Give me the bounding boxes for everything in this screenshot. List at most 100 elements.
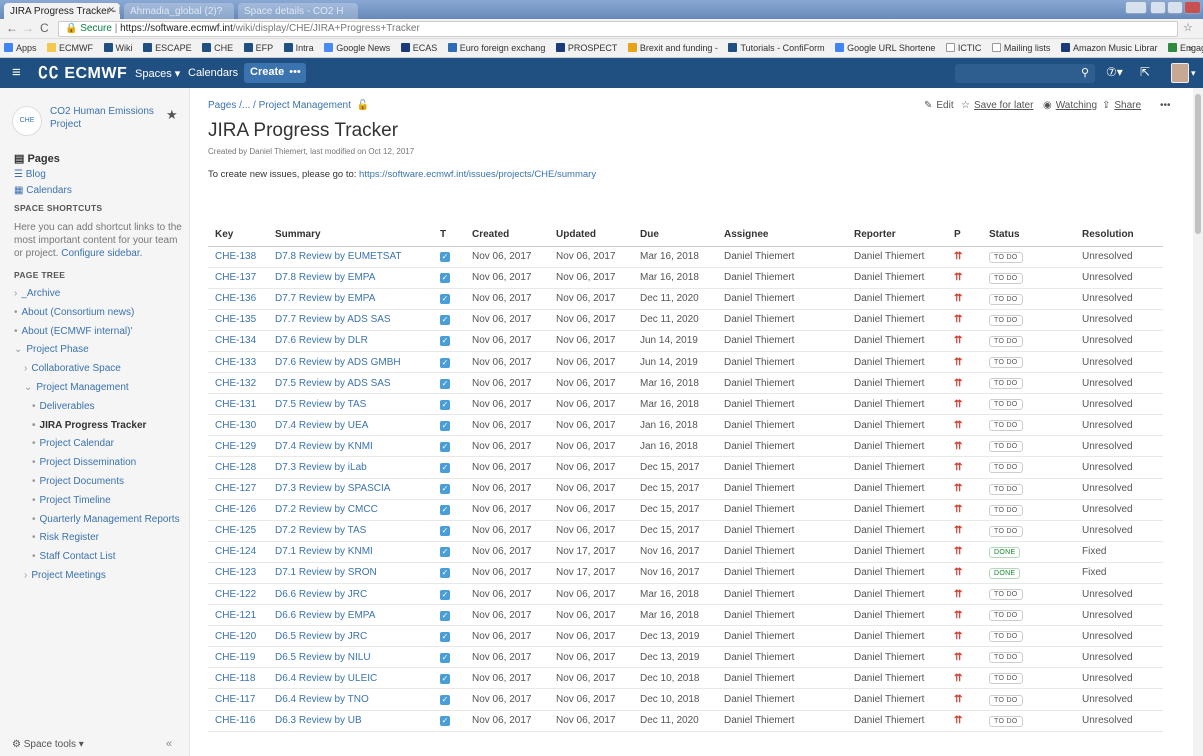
maximize-button[interactable] bbox=[1167, 1, 1183, 14]
bookmark-item[interactable]: Apps bbox=[0, 39, 41, 53]
table-row[interactable]: CHE-128 D7.3 Review by iLab ✓ Nov 06, 2017 N… bbox=[208, 456, 1163, 479]
bookmark-item[interactable]: Tutorials - ConfiForm bbox=[724, 39, 828, 53]
sidebar-calendars-link[interactable]: ▦ Calendars bbox=[14, 185, 72, 196]
issue-key-link[interactable]: CHE-134 bbox=[215, 335, 256, 346]
issue-summary-link[interactable]: D7.5 Review by TAS bbox=[275, 399, 366, 410]
issue-key-link[interactable]: CHE-118 bbox=[215, 673, 255, 684]
issue-summary-link[interactable]: D7.3 Review by iLab bbox=[275, 462, 367, 473]
browser-tab-active[interactable]: JIRA Progress Tracker - E ✕ bbox=[4, 3, 120, 19]
share-button[interactable]: ⇪ Share bbox=[1102, 100, 1141, 111]
issue-key-link[interactable]: CHE-127 bbox=[215, 483, 256, 494]
chevron-down-icon[interactable]: ▾ bbox=[1191, 68, 1196, 79]
tree-item[interactable]: › Collaborative Space bbox=[24, 363, 121, 374]
table-row[interactable]: CHE-122 D6.6 Review by JRC ✓ Nov 06, 2017 No… bbox=[208, 583, 1163, 606]
tree-item[interactable]: • Quarterly Management Reports bbox=[32, 514, 180, 525]
table-row[interactable]: CHE-118 D6.4 Review by ULEIC ✓ Nov 06, 2017… bbox=[208, 667, 1163, 690]
issue-summary-link[interactable]: D7.2 Review by TAS bbox=[275, 525, 366, 536]
column-header[interactable]: Status bbox=[982, 224, 1075, 247]
tree-item[interactable]: • About (ECMWF internal)' bbox=[14, 326, 132, 337]
tree-item[interactable]: • Project Dissemination bbox=[32, 457, 136, 468]
bookmark-item[interactable]: Brexit and funding - bbox=[624, 39, 722, 53]
create-more-button[interactable]: ••• bbox=[284, 63, 306, 83]
tree-item[interactable]: › Project Meetings bbox=[24, 570, 106, 581]
url-field[interactable]: 🔒 Secure | https://software.ecmwf.int/wi… bbox=[58, 21, 1178, 37]
table-row[interactable]: CHE-134 D7.6 Review by DLR ✓ Nov 06, 2017 No… bbox=[208, 330, 1163, 352]
table-row[interactable]: CHE-123 D7.1 Review by SRON ✓ Nov 06, 2017 N… bbox=[208, 562, 1163, 585]
table-row[interactable]: CHE-138 D7.8 Review by EUMETSAT ✓ Nov 06, 2… bbox=[208, 246, 1163, 268]
tree-item[interactable]: • About (Consortium news) bbox=[14, 307, 134, 318]
bookmark-item[interactable]: Intra bbox=[280, 39, 318, 53]
calendars-link[interactable]: Calendars bbox=[188, 67, 238, 79]
issue-key-link[interactable]: CHE-120 bbox=[215, 631, 256, 642]
bookmark-item[interactable]: Wiki bbox=[100, 39, 137, 53]
table-row[interactable]: CHE-133 D7.6 Review by ADS GMBH ✓ Nov 06, 2… bbox=[208, 351, 1163, 374]
issue-key-link[interactable]: CHE-121 bbox=[215, 610, 256, 621]
edit-button[interactable]: ✎ Edit bbox=[924, 100, 954, 111]
user-avatar[interactable] bbox=[1171, 63, 1189, 83]
bookmark-item[interactable]: EFP bbox=[240, 39, 278, 53]
issue-key-link[interactable]: CHE-122 bbox=[215, 589, 256, 600]
table-row[interactable]: CHE-127 D7.3 Review by SPASCIA ✓ Nov 06, 20… bbox=[208, 478, 1163, 500]
space-name-link[interactable]: CO2 Human Emissions Project bbox=[50, 105, 160, 131]
table-row[interactable]: CHE-116 D6.3 Review by UB ✓ Nov 06, 2017 Nov… bbox=[208, 710, 1163, 732]
bookmark-item[interactable]: ESCAPE bbox=[139, 39, 196, 53]
table-row[interactable]: CHE-131 D7.5 Review by TAS ✓ Nov 06, 2017 No… bbox=[208, 393, 1163, 416]
bookmark-item[interactable]: Google News bbox=[320, 39, 394, 53]
issue-summary-link[interactable]: D7.5 Review by ADS SAS bbox=[275, 378, 391, 389]
tree-item[interactable]: › _Archive bbox=[14, 288, 60, 299]
browser-tab[interactable]: Space details - CO2 H bbox=[238, 3, 358, 19]
page-scrollbar[interactable] bbox=[1193, 88, 1203, 756]
issue-summary-link[interactable]: D6.5 Review by JRC bbox=[275, 631, 367, 642]
issue-key-link[interactable]: CHE-132 bbox=[215, 378, 256, 389]
table-row[interactable]: CHE-132 D7.5 Review by ADS SAS ✓ Nov 06, 20… bbox=[208, 372, 1163, 395]
sidebar-pages-link[interactable]: ▤ Pages bbox=[14, 152, 60, 165]
issue-key-link[interactable]: CHE-137 bbox=[215, 272, 256, 283]
forward-icon[interactable]: → bbox=[22, 21, 34, 35]
spaces-menu[interactable]: Spaces ▾ bbox=[135, 67, 180, 80]
table-row[interactable]: CHE-137 D7.8 Review by EMPA ✓ Nov 06, 2017 N… bbox=[208, 267, 1163, 289]
issue-key-link[interactable]: CHE-128 bbox=[215, 462, 256, 473]
tree-item[interactable]: • Deliverables bbox=[32, 401, 95, 412]
table-row[interactable]: CHE-120 D6.5 Review by JRC ✓ Nov 06, 2017 No… bbox=[208, 625, 1163, 648]
table-row[interactable]: CHE-117 D6.4 Review by TNO ✓ Nov 06, 2017 No… bbox=[208, 688, 1163, 711]
issue-summary-link[interactable]: D7.1 Review by SRON bbox=[275, 567, 377, 578]
issue-summary-link[interactable]: D6.5 Review by NILU bbox=[275, 652, 371, 663]
bookmark-item[interactable]: ECAS bbox=[397, 39, 442, 53]
unlock-icon[interactable]: 🔓 bbox=[357, 100, 369, 111]
issue-summary-link[interactable]: D6.6 Review by EMPA bbox=[275, 610, 375, 621]
search-input[interactable]: ⚲ bbox=[955, 64, 1095, 83]
breadcrumb[interactable]: Pages /... / Project Management 🔓 bbox=[208, 100, 369, 111]
close-tab-icon[interactable]: ✕ bbox=[107, 5, 115, 16]
issue-key-link[interactable]: CHE-130 bbox=[215, 420, 256, 431]
column-header[interactable]: Assignee bbox=[717, 224, 847, 247]
issue-key-link[interactable]: CHE-123 bbox=[215, 567, 256, 578]
jira-summary-link[interactable]: https://software.ecmwf.int/issues/projec… bbox=[359, 169, 596, 180]
favourite-star-icon[interactable]: ★ bbox=[166, 107, 178, 123]
bookmark-item[interactable]: PROSPECT bbox=[552, 39, 622, 53]
issue-key-link[interactable]: CHE-117 bbox=[215, 694, 255, 705]
column-header[interactable]: Key bbox=[208, 224, 268, 247]
table-row[interactable]: CHE-121 D6.6 Review by EMPA ✓ Nov 06, 2017 N… bbox=[208, 604, 1163, 627]
reload-icon[interactable]: C bbox=[40, 21, 49, 35]
table-row[interactable]: CHE-130 D7.4 Review by UEA ✓ Nov 06, 2017 No… bbox=[208, 414, 1163, 437]
issue-summary-link[interactable]: D7.4 Review by UEA bbox=[275, 420, 368, 431]
menu-icon[interactable]: ≡ bbox=[12, 64, 21, 81]
issue-summary-link[interactable]: D7.6 Review by DLR bbox=[275, 335, 368, 346]
table-row[interactable]: CHE-136 D7.7 Review by EMPA ✓ Nov 06, 2017 N… bbox=[208, 288, 1163, 310]
space-logo[interactable]: CHE bbox=[12, 106, 42, 136]
table-row[interactable]: CHE-124 D7.1 Review by KNMI ✓ Nov 06, 2017 N… bbox=[208, 541, 1163, 563]
bookmark-item[interactable]: Mailing lists bbox=[988, 39, 1055, 53]
issue-key-link[interactable]: CHE-125 bbox=[215, 525, 256, 536]
issue-key-link[interactable]: CHE-116 bbox=[215, 715, 255, 726]
back-icon[interactable]: ← bbox=[6, 21, 18, 35]
column-header[interactable]: Summary bbox=[268, 224, 433, 247]
issue-summary-link[interactable]: D6.4 Review by TNO bbox=[275, 694, 369, 705]
bookmark-item[interactable]: Amazon Music Librar bbox=[1057, 39, 1162, 53]
column-header[interactable]: Reporter bbox=[847, 224, 947, 247]
tree-item[interactable]: • Risk Register bbox=[32, 532, 99, 543]
column-header[interactable]: Due bbox=[633, 224, 717, 247]
issue-summary-link[interactable]: D7.7 Review by EMPA bbox=[275, 293, 375, 304]
sidebar-blog-link[interactable]: ☰ Blog bbox=[14, 169, 46, 180]
column-header[interactable]: P bbox=[947, 224, 982, 247]
save-for-later-button[interactable]: ☆ Save for later bbox=[961, 100, 1033, 111]
